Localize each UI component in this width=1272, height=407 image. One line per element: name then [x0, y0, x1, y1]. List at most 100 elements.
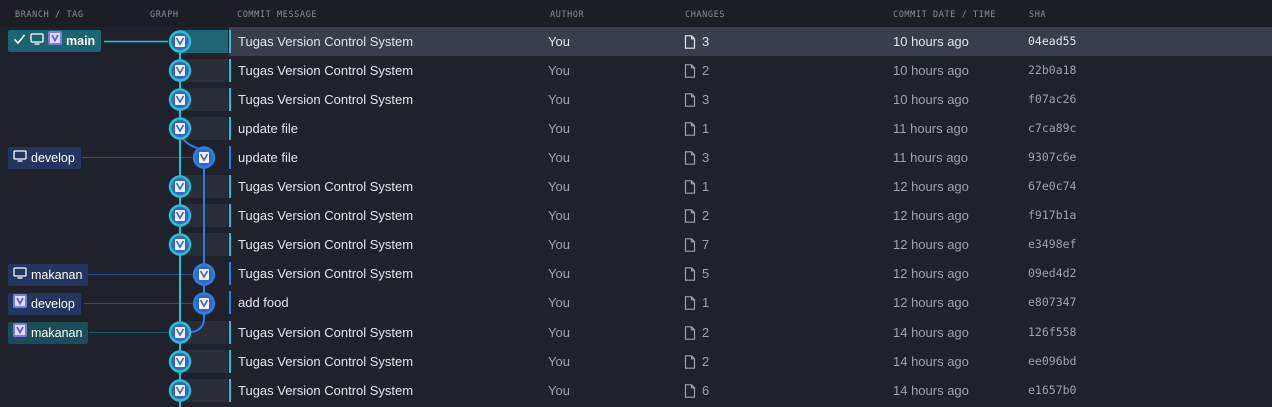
- commit-message: Tugas Version Control System: [238, 34, 414, 49]
- check-icon: [13, 30, 26, 52]
- commit-changes: 1: [684, 172, 864, 201]
- commit-row[interactable]: Tugas Version Control System You 7 12 ho…: [0, 230, 1272, 259]
- commit-changes: 3: [684, 143, 864, 172]
- branch-tag-label: makanan: [31, 326, 83, 340]
- commit-author: You: [548, 266, 570, 281]
- commit-author: You: [548, 150, 570, 165]
- commit-message: Tugas Version Control System: [238, 208, 414, 223]
- commit-row[interactable]: update file You 1 11 hours ago c7ca89c: [0, 114, 1272, 143]
- branch-tag-label: main: [66, 34, 96, 48]
- remote-avatar-icon: [13, 293, 27, 315]
- commit-author: You: [548, 208, 570, 223]
- commit-message: Tugas Version Control System: [238, 266, 414, 281]
- lane-color-strip: [229, 262, 231, 285]
- commit-date: 12 hours ago: [893, 237, 969, 252]
- graph-row-highlight: [180, 88, 228, 111]
- commit-row[interactable]: Tugas Version Control System You 5 12 ho…: [0, 259, 1272, 288]
- commit-author: You: [548, 383, 570, 398]
- branch-tag-main[interactable]: main: [8, 30, 102, 52]
- lane-color-strip: [229, 175, 231, 198]
- file-icon: [684, 35, 696, 49]
- branch-tag-makanan-remote[interactable]: makanan: [8, 322, 89, 344]
- branch-tag-makanan[interactable]: makanan: [8, 264, 89, 286]
- commit-row[interactable]: Tugas Version Control System You 2 14 ho…: [0, 318, 1272, 347]
- column-author[interactable]: AUTHOR: [550, 10, 584, 20]
- commit-message: Tugas Version Control System: [238, 92, 414, 107]
- column-changes[interactable]: CHANGES: [685, 10, 725, 20]
- remote-avatar-icon: [13, 322, 27, 344]
- commit-row[interactable]: Tugas Version Control System You 2 14 ho…: [0, 347, 1272, 376]
- changes-count: 3: [702, 92, 710, 107]
- file-icon: [684, 64, 696, 78]
- commit-message: Tugas Version Control System: [238, 383, 414, 398]
- commit-author: You: [548, 237, 570, 252]
- commit-row[interactable]: Tugas Version Control System You 2 10 ho…: [0, 56, 1272, 85]
- changes-count: 1: [702, 295, 710, 310]
- commit-row[interactable]: add food You 1 12 hours ago e807347: [0, 288, 1272, 317]
- lane-color-strip: [229, 117, 231, 140]
- column-commit-message[interactable]: COMMIT MESSAGE: [237, 10, 317, 20]
- commit-date: 14 hours ago: [893, 354, 969, 369]
- commit-row[interactable]: Tugas Version Control System You 1 12 ho…: [0, 172, 1272, 201]
- commit-date: 10 hours ago: [893, 63, 969, 78]
- graph-row-highlight: [180, 350, 228, 373]
- commit-message: Tugas Version Control System: [238, 63, 414, 78]
- changes-count: 2: [702, 325, 710, 340]
- graph-row-highlight: [180, 30, 228, 53]
- commit-changes: 5: [684, 259, 864, 288]
- file-icon: [684, 326, 696, 340]
- column-graph[interactable]: GRAPH: [150, 10, 179, 20]
- commit-changes: 7: [684, 230, 864, 259]
- computer-icon: [13, 147, 27, 169]
- changes-count: 1: [702, 179, 710, 194]
- branch-tag-develop[interactable]: develop: [8, 147, 81, 169]
- commit-sha: 126f558: [1028, 325, 1077, 339]
- column-commit-date[interactable]: COMMIT DATE / TIME: [893, 10, 996, 20]
- column-header: BRANCH / TAG GRAPH COMMIT MESSAGE AUTHOR…: [0, 0, 1272, 28]
- lane-color-strip: [229, 350, 231, 373]
- commit-sha: 09ed4d2: [1028, 266, 1077, 280]
- lane-color-strip: [229, 291, 231, 314]
- commit-author: You: [548, 354, 570, 369]
- commit-date: 12 hours ago: [893, 266, 969, 281]
- changes-count: 3: [702, 34, 710, 49]
- file-icon: [684, 209, 696, 223]
- branch-tag-label: makanan: [31, 268, 83, 282]
- commit-date: 12 hours ago: [893, 179, 969, 194]
- commit-row[interactable]: Tugas Version Control System You 2 12 ho…: [0, 201, 1272, 230]
- branch-tag-develop-remote[interactable]: develop: [8, 293, 81, 315]
- graph-row-highlight: [180, 175, 228, 198]
- commit-message: update file: [238, 121, 298, 136]
- branch-tag-label: develop: [31, 297, 75, 311]
- file-icon: [684, 267, 696, 281]
- computer-icon: [13, 264, 27, 286]
- file-icon: [684, 93, 696, 107]
- changes-count: 2: [702, 63, 710, 78]
- commit-changes: 3: [684, 85, 864, 114]
- commit-row[interactable]: Tugas Version Control System You 3 10 ho…: [0, 27, 1272, 56]
- remote-avatar-icon: [48, 30, 62, 52]
- graph-row-highlight: [180, 379, 228, 402]
- commit-date: 12 hours ago: [893, 208, 969, 223]
- commit-sha: 22b0a18: [1028, 63, 1077, 77]
- commit-author: You: [548, 295, 570, 310]
- commit-changes: 2: [684, 347, 864, 376]
- commit-date: 12 hours ago: [893, 295, 969, 310]
- changes-count: 1: [702, 121, 710, 136]
- commit-changes: 1: [684, 114, 864, 143]
- commit-changes: 3: [684, 27, 864, 56]
- commit-row[interactable]: Tugas Version Control System You 6 14 ho…: [0, 376, 1272, 405]
- graph-row-highlight: [180, 321, 228, 344]
- commit-date: 11 hours ago: [893, 150, 968, 165]
- lane-color-strip: [229, 88, 231, 111]
- commit-sha: e3498ef: [1028, 237, 1077, 251]
- graph-row-highlight: [180, 204, 228, 227]
- commit-sha: 67e0c74: [1028, 179, 1077, 193]
- graph-row-highlight: [180, 117, 228, 140]
- commit-sha: 9307c6e: [1028, 150, 1077, 164]
- commit-date: 10 hours ago: [893, 34, 969, 49]
- column-branch-tag[interactable]: BRANCH / TAG: [15, 10, 84, 20]
- column-sha[interactable]: SHA: [1029, 10, 1046, 20]
- commit-row[interactable]: update file You 3 11 hours ago 9307c6e: [0, 143, 1272, 172]
- commit-row[interactable]: Tugas Version Control System You 3 10 ho…: [0, 85, 1272, 114]
